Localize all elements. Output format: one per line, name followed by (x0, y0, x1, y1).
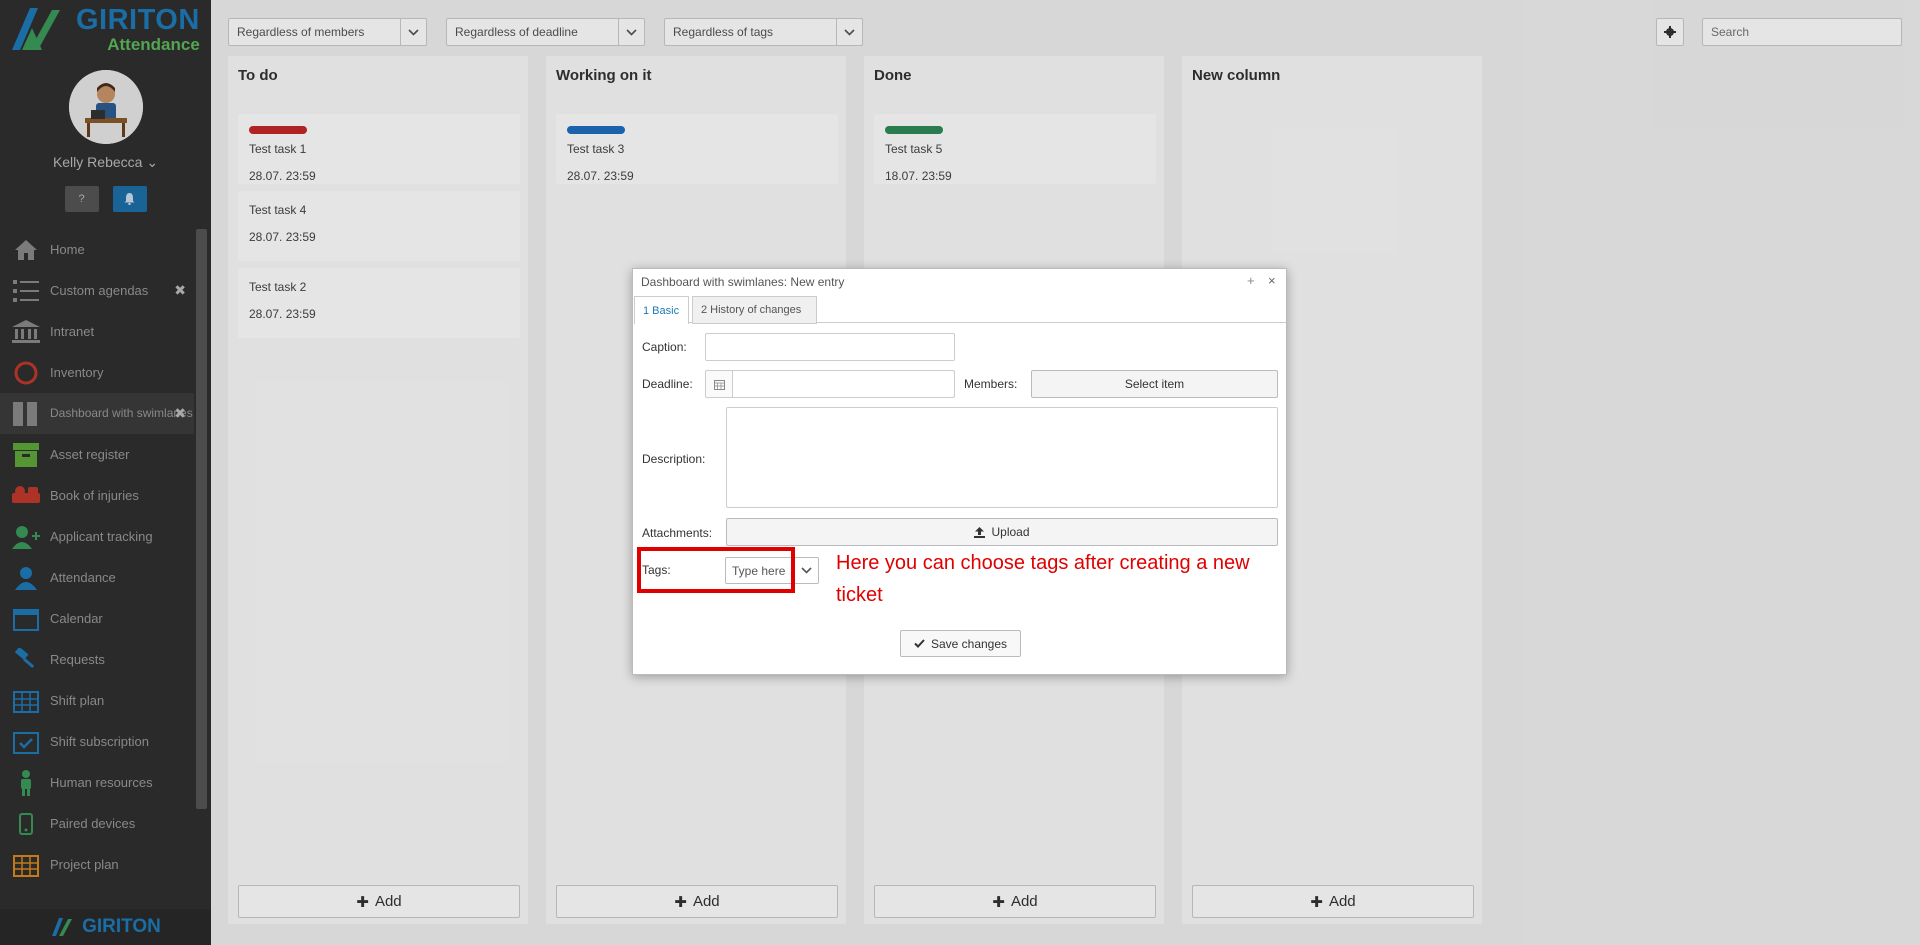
upload-label: Upload (991, 525, 1030, 539)
description-label: Description: (642, 452, 706, 466)
chevron-down-icon (794, 558, 818, 583)
attachments-label: Attachments: (642, 526, 713, 540)
new-entry-dialog: Dashboard with swimlanes: New entry + × … (632, 268, 1287, 675)
upload-button[interactable]: Upload (726, 518, 1278, 546)
annotation-highlight-box (637, 547, 795, 593)
save-changes-label: Save changes (930, 636, 1008, 651)
dialog-title: Dashboard with swimlanes: New entry (641, 275, 845, 289)
close-icon[interactable]: × (1268, 273, 1276, 288)
caption-field[interactable] (705, 333, 955, 361)
tab-history-of-changes[interactable]: 2 History of changes (692, 296, 817, 324)
save-changes-button[interactable]: Save changes (900, 630, 1021, 657)
deadline-label: Deadline: (642, 377, 693, 391)
tab-basic[interactable]: 1 Basic (634, 296, 689, 324)
dialog-tabs: 1 Basic 2 History of changes (634, 296, 1286, 324)
description-textarea[interactable] (726, 407, 1278, 508)
annotation-text: Here you can choose tags after creating … (836, 552, 1250, 606)
check-icon (914, 639, 925, 648)
upload-icon (974, 526, 986, 538)
caption-label: Caption: (642, 340, 687, 354)
select-item-label: Select item (1124, 377, 1185, 391)
calendar-icon[interactable] (706, 371, 733, 397)
maximize-icon[interactable]: + (1247, 273, 1255, 288)
deadline-field[interactable] (705, 370, 955, 398)
members-label: Members: (964, 377, 1018, 391)
select-members-button[interactable]: Select item (1031, 370, 1278, 398)
